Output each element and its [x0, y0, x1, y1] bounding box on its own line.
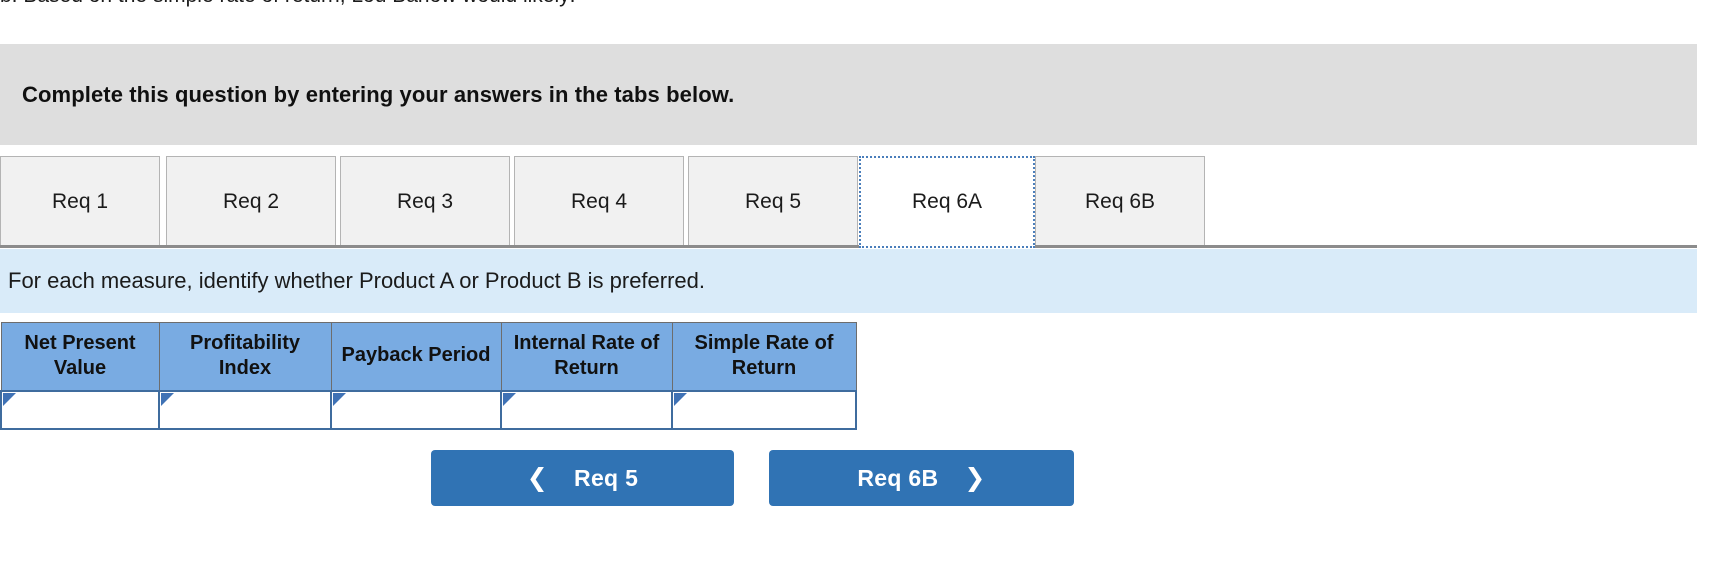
requirement-tabs: Req 1 Req 2 Req 3 Req 4 Req 5 Req 6A Req…: [0, 156, 1712, 248]
tab-req-3[interactable]: Req 3: [340, 156, 510, 246]
answer-cell-internal-rate-of-return[interactable]: [500, 389, 673, 430]
answer-table: Net Present Value Profitability Index Pa…: [0, 322, 857, 430]
column-header-internal-rate-of-return: Internal Rate of Return: [500, 322, 673, 391]
tab-req-2[interactable]: Req 2: [166, 156, 336, 246]
tab-label: Req 1: [51, 189, 109, 213]
column-header-payback-period: Payback Period: [330, 322, 502, 391]
dropdown-triangle-icon: [674, 392, 687, 406]
tab-label: Req 2: [222, 189, 280, 213]
answer-input-internal-rate-of-return[interactable]: [502, 391, 671, 428]
exercise-panel: b. Based on the simple rate of return, L…: [0, 0, 1712, 569]
tab-label: Req 5: [744, 189, 802, 213]
tab-req-6b[interactable]: Req 6B: [1035, 156, 1205, 246]
sub-instruction-bar: For each measure, identify whether Produ…: [0, 249, 1697, 313]
chevron-left-icon: ❮: [526, 463, 549, 492]
answer-input-net-present-value[interactable]: [2, 391, 158, 428]
tab-req-5[interactable]: Req 5: [688, 156, 858, 246]
tab-label: Req 6A: [911, 190, 983, 213]
table-header-row: Net Present Value Profitability Index Pa…: [0, 322, 857, 391]
answer-cell-profitability-index[interactable]: [158, 389, 332, 430]
column-header-simple-rate-of-return: Simple Rate of Return: [671, 322, 857, 391]
column-header-profitability-index: Profitability Index: [158, 322, 332, 391]
table-row: [0, 389, 857, 430]
answer-cell-simple-rate-of-return[interactable]: [671, 389, 857, 430]
chevron-right-icon: ❯: [964, 463, 986, 492]
answer-cell-net-present-value[interactable]: [0, 389, 160, 430]
column-header-net-present-value: Net Present Value: [0, 322, 160, 391]
dropdown-triangle-icon: [3, 392, 16, 406]
tab-label: Req 3: [396, 189, 454, 213]
truncated-question-line: b. Based on the simple rate of return, L…: [0, 0, 1712, 12]
tab-req-1[interactable]: Req 1: [0, 156, 160, 246]
previous-requirement-label: Req 5: [574, 464, 639, 491]
truncated-question-text: b. Based on the simple rate of return, L…: [0, 0, 575, 11]
sub-instruction-text: For each measure, identify whether Produ…: [8, 268, 706, 293]
previous-requirement-button[interactable]: ❮ Req 5: [431, 450, 734, 506]
tab-label: Req 6B: [1084, 189, 1156, 213]
instruction-banner-text: Complete this question by entering your …: [22, 81, 735, 107]
answer-cell-payback-period[interactable]: [330, 389, 502, 430]
answer-input-payback-period[interactable]: [332, 391, 500, 428]
answer-input-simple-rate-of-return[interactable]: [673, 391, 855, 428]
dropdown-triangle-icon: [161, 392, 174, 406]
instruction-banner: Complete this question by entering your …: [0, 44, 1697, 145]
tab-req-4[interactable]: Req 4: [514, 156, 684, 246]
tab-label: Req 4: [570, 189, 628, 213]
next-requirement-label: Req 6B: [857, 464, 939, 491]
answer-input-profitability-index[interactable]: [160, 391, 330, 428]
tab-strip-underline: [0, 245, 1697, 248]
navigation-row: ❮ Req 5 Req 6B ❯: [0, 450, 1712, 512]
tab-req-6a[interactable]: Req 6A: [859, 156, 1035, 248]
next-requirement-button[interactable]: Req 6B ❯: [769, 450, 1074, 506]
dropdown-triangle-icon: [333, 392, 346, 406]
dropdown-triangle-icon: [503, 392, 516, 406]
